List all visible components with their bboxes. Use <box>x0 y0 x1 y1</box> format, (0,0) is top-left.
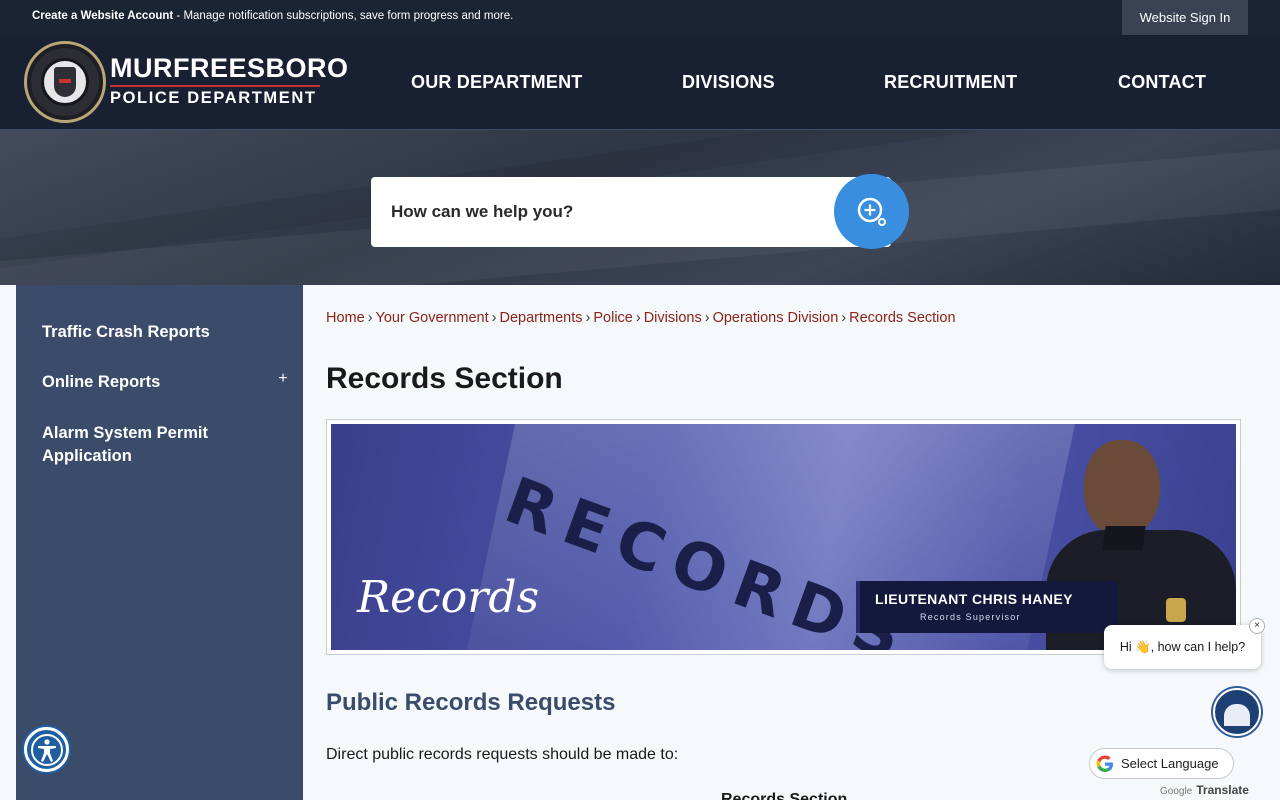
create-account-description: - Manage notification subscriptions, sav… <box>173 10 514 22</box>
site-logo[interactable]: MURFREESBORO POLICE DEPARTMENT <box>24 41 348 123</box>
banner-role: Records Supervisor <box>920 612 1021 622</box>
page-title: Records Section <box>326 362 563 395</box>
main-content: Home › Your Government › Departments › Police ›… <box>303 285 1280 800</box>
badge-patch-icon <box>1166 598 1186 622</box>
records-banner-frame: RECORDS Records LIEUTENANT CHRIS HANEY R… <box>326 419 1241 655</box>
sidebar-item-traffic-crash-reports[interactable]: Traffic Crash Reports <box>42 321 282 344</box>
language-select-label: Select Language <box>1121 756 1219 771</box>
accessibility-button[interactable] <box>24 727 69 772</box>
site-header: MURFREESBORO POLICE DEPARTMENT <box>0 35 1280 135</box>
sidebar-item-alarm-system-permit[interactable]: Alarm System Permit Application <box>42 422 282 468</box>
search-input[interactable] <box>391 177 821 247</box>
breadcrumb-your-government[interactable]: Your Government <box>376 310 489 326</box>
powered-by-translate: Google Translate <box>1160 783 1249 797</box>
breadcrumb-divisions[interactable]: Divisions <box>644 310 702 326</box>
banner-name: LIEUTENANT CHRIS HANEY <box>875 591 1073 607</box>
courthouse-icon <box>1224 704 1250 726</box>
search-icon <box>857 197 886 226</box>
address-line: Records Section <box>721 791 848 800</box>
utility-bar: Create a Website Account - Manage notifi… <box>0 0 1280 35</box>
search-hero <box>0 130 1280 285</box>
nav-contact[interactable]: CONTACT <box>1118 72 1206 93</box>
logo-text-secondary: POLICE DEPARTMENT <box>110 89 317 107</box>
search-button[interactable] <box>834 174 909 249</box>
breadcrumb-records-section[interactable]: Records Section <box>849 310 955 326</box>
chat-greeting-bubble[interactable]: Hi 👋, how can I help? <box>1104 625 1261 669</box>
section-text: Direct public records requests should be… <box>326 746 679 763</box>
section-heading: Public Records Requests <box>326 689 616 716</box>
nav-our-department[interactable]: OUR DEPARTMENT <box>411 72 582 93</box>
police-badge-icon <box>24 41 106 123</box>
google-g-icon <box>1096 755 1113 772</box>
breadcrumb: Home › Your Government › Departments › Police ›… <box>326 310 956 326</box>
sidebar-item-online-reports[interactable]: Online Reports <box>42 371 282 394</box>
logo-divider <box>110 85 320 87</box>
search-box <box>371 177 891 247</box>
breadcrumb-operations-division[interactable]: Operations Division <box>713 310 839 326</box>
breadcrumb-home[interactable]: Home <box>326 310 365 326</box>
nav-divisions[interactable]: DIVISIONS <box>682 72 775 93</box>
sidebar-nav: Traffic Crash Reports Online Reports + A… <box>16 285 303 800</box>
nav-recruitment[interactable]: RECRUITMENT <box>884 72 1017 93</box>
google-wordmark: Google <box>1160 786 1193 797</box>
accessibility-icon <box>30 733 63 766</box>
create-account-notice[interactable]: Create a Website Account - Manage notifi… <box>32 10 513 22</box>
expand-online-reports-icon[interactable]: + <box>276 371 290 387</box>
website-sign-in-button[interactable]: Website Sign In <box>1122 0 1248 35</box>
breadcrumb-departments[interactable]: Departments <box>500 310 583 326</box>
records-banner-image: RECORDS Records LIEUTENANT CHRIS HANEY R… <box>331 424 1236 650</box>
language-select[interactable]: Select Language <box>1089 748 1234 779</box>
banner-nameplate: LIEUTENANT CHRIS HANEY Records Superviso… <box>856 581 1118 633</box>
create-account-link[interactable]: Create a Website Account <box>32 10 173 22</box>
breadcrumb-police[interactable]: Police <box>593 310 633 326</box>
banner-script-title: Records <box>357 572 540 623</box>
translate-wordmark: Translate <box>1196 783 1249 797</box>
chat-avatar-button[interactable] <box>1213 688 1261 736</box>
chat-close-icon[interactable]: × <box>1249 618 1265 634</box>
logo-text-primary: MURFREESBORO <box>110 53 349 83</box>
